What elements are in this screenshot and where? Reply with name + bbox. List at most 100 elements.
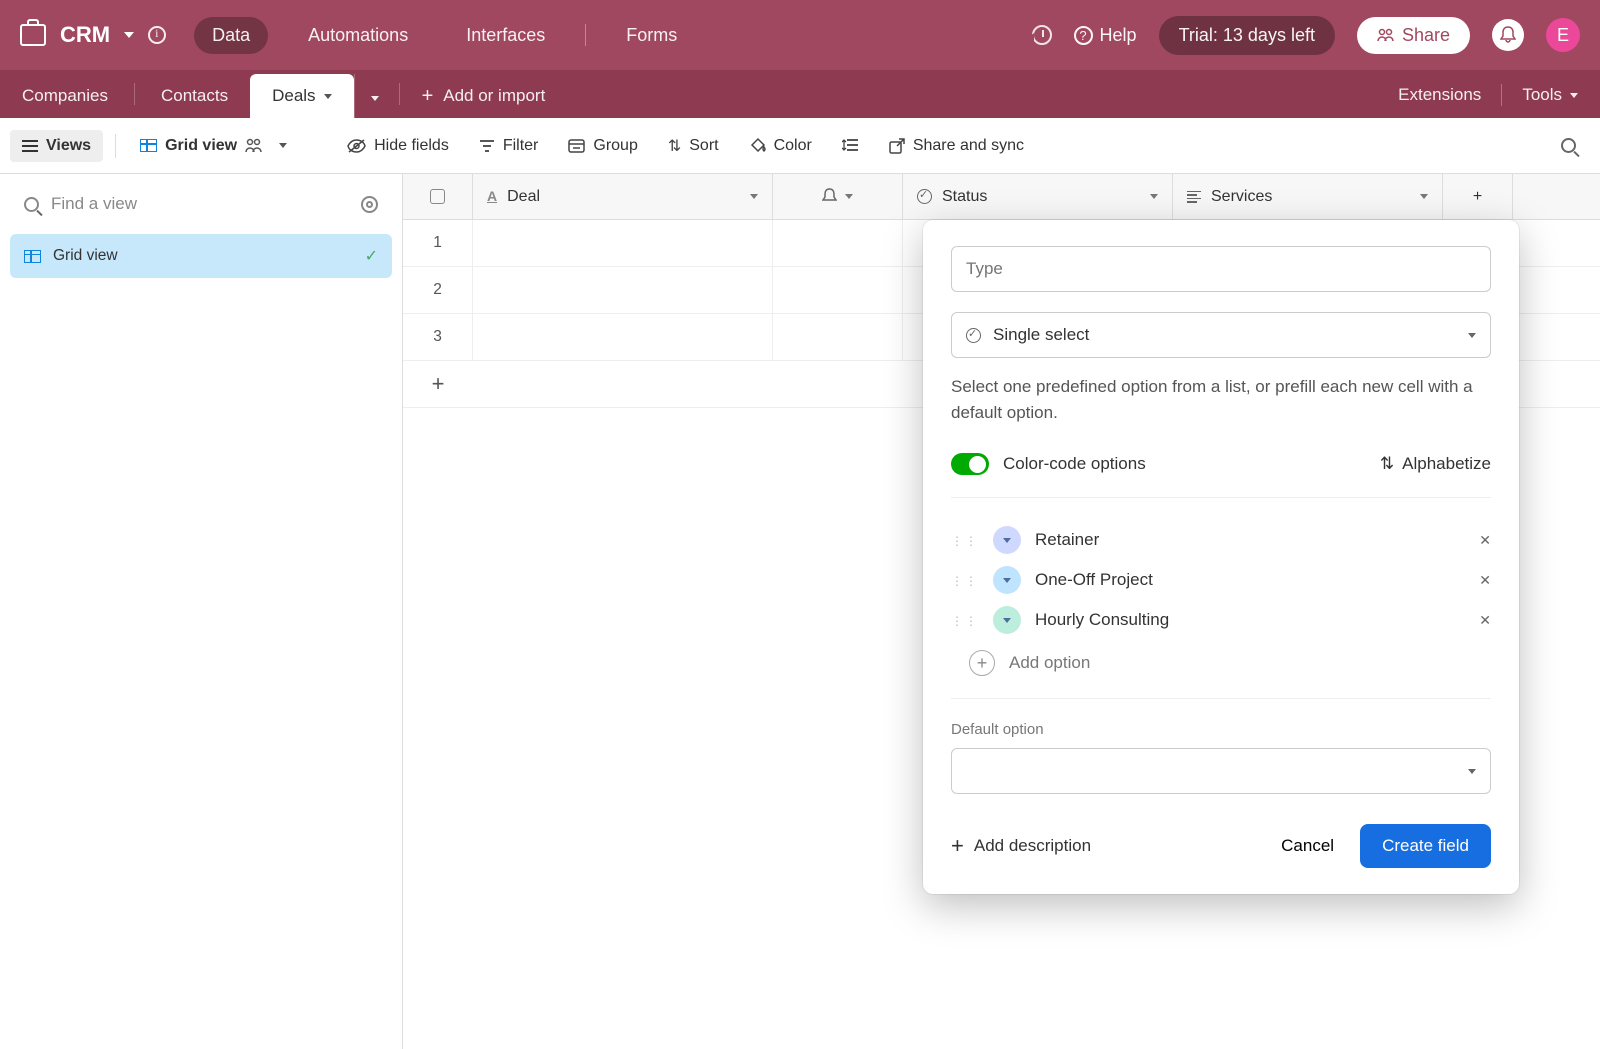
- group-button[interactable]: Group: [556, 130, 649, 162]
- create-field-button[interactable]: Create field: [1360, 824, 1491, 868]
- remove-option-icon[interactable]: [1479, 610, 1491, 630]
- tab-contacts[interactable]: Contacts: [139, 74, 250, 118]
- history-icon[interactable]: [1032, 25, 1052, 45]
- drag-handle-icon[interactable]: [951, 610, 979, 630]
- drag-handle-icon[interactable]: [951, 570, 979, 590]
- row-number: 2: [403, 267, 473, 313]
- add-or-import-button[interactable]: + Add or import: [404, 74, 564, 118]
- select-all-header[interactable]: [403, 174, 473, 219]
- app-title[interactable]: CRM: [60, 22, 110, 48]
- column-header-services[interactable]: Services: [1173, 174, 1443, 219]
- chevron-down-icon: [371, 96, 379, 101]
- chevron-down-icon[interactable]: [1150, 194, 1158, 199]
- filter-button[interactable]: Filter: [467, 130, 551, 162]
- help-button[interactable]: ? Help: [1074, 25, 1137, 46]
- views-toggle[interactable]: Views: [10, 130, 103, 162]
- column-header-status[interactable]: Status: [903, 174, 1173, 219]
- divider: [951, 497, 1491, 498]
- notifications-button[interactable]: [1492, 19, 1524, 51]
- option-color-chip[interactable]: [993, 526, 1021, 554]
- nav-automations[interactable]: Automations: [290, 17, 426, 54]
- color-button[interactable]: Color: [737, 130, 824, 162]
- extensions-button[interactable]: Extensions: [1398, 85, 1481, 105]
- user-avatar[interactable]: E: [1546, 18, 1580, 52]
- chevron-down-icon[interactable]: [1420, 194, 1428, 199]
- people-icon: [1377, 28, 1394, 42]
- nav-data[interactable]: Data: [194, 17, 268, 54]
- row-number: 3: [403, 314, 473, 360]
- tools-button[interactable]: Tools: [1522, 85, 1578, 105]
- column-header-notify[interactable]: [773, 174, 903, 219]
- info-icon[interactable]: [148, 26, 166, 44]
- remove-option-icon[interactable]: [1479, 530, 1491, 550]
- default-option-select[interactable]: [951, 748, 1491, 794]
- option-label[interactable]: Retainer: [1035, 530, 1099, 550]
- sort-label: Sort: [689, 137, 718, 155]
- view-item-label: Grid view: [53, 247, 118, 265]
- filter-label: Filter: [503, 137, 539, 155]
- paint-bucket-icon: [749, 137, 766, 154]
- sort-button[interactable]: Sort: [656, 129, 731, 163]
- add-column-button[interactable]: +: [1443, 174, 1513, 219]
- add-description-button[interactable]: + Add description: [951, 835, 1091, 857]
- help-icon: ?: [1074, 26, 1093, 45]
- alphabetize-label: Alphabetize: [1402, 454, 1491, 474]
- settings-icon[interactable]: [361, 196, 378, 213]
- hide-fields-button[interactable]: Hide fields: [335, 130, 461, 162]
- group-icon: [568, 139, 585, 153]
- option-color-chip[interactable]: [993, 566, 1021, 594]
- col-status-label: Status: [942, 188, 987, 206]
- bell-icon: [1500, 26, 1516, 44]
- search-button[interactable]: [1547, 130, 1590, 161]
- field-type-selector[interactable]: Single select: [951, 312, 1491, 358]
- tabs-right: Extensions Tools: [1376, 72, 1600, 118]
- search-icon: [1561, 138, 1576, 153]
- chevron-down-icon[interactable]: [845, 194, 853, 199]
- eye-off-icon: [347, 139, 366, 153]
- row-height-icon: [842, 138, 859, 153]
- top-header: CRM Data Automations Interfaces Forms ? …: [0, 0, 1600, 70]
- multi-select-icon: [1187, 191, 1201, 203]
- option-label[interactable]: Hourly Consulting: [1035, 610, 1169, 630]
- nav-forms[interactable]: Forms: [608, 17, 695, 54]
- option-label[interactable]: One-Off Project: [1035, 570, 1153, 590]
- trial-pill[interactable]: Trial: 13 days left: [1159, 16, 1335, 55]
- tab-deals-label: Deals: [272, 86, 315, 106]
- cancel-button[interactable]: Cancel: [1281, 836, 1334, 856]
- default-option-label: Default option: [951, 721, 1491, 738]
- share-sync-button[interactable]: Share and sync: [877, 130, 1036, 162]
- option-color-chip[interactable]: [993, 606, 1021, 634]
- option-row: Hourly Consulting: [951, 600, 1491, 640]
- share-sync-icon: [889, 138, 905, 154]
- chevron-down-icon[interactable]: [750, 194, 758, 199]
- grid-view-selector[interactable]: Grid view: [128, 130, 299, 162]
- share-button[interactable]: Share: [1357, 17, 1470, 54]
- color-code-toggle[interactable]: [951, 453, 989, 475]
- find-view-input[interactable]: [51, 194, 349, 214]
- tab-deals[interactable]: Deals: [250, 74, 353, 118]
- option-row: One-Off Project: [951, 560, 1491, 600]
- tab-more[interactable]: [354, 74, 395, 118]
- view-item-grid[interactable]: Grid view: [10, 234, 392, 278]
- remove-option-icon[interactable]: [1479, 570, 1491, 590]
- alphabetize-button[interactable]: Alphabetize: [1380, 454, 1491, 474]
- chevron-down-icon[interactable]: [279, 143, 287, 148]
- app-menu-chevron-icon[interactable]: [124, 32, 134, 38]
- views-label: Views: [46, 137, 91, 155]
- row-height-button[interactable]: [830, 131, 871, 160]
- single-select-icon: [966, 328, 981, 343]
- collaborators-icon: [245, 138, 263, 153]
- option-row: Retainer: [951, 520, 1491, 560]
- header-right: ? Help Trial: 13 days left Share E: [1032, 16, 1580, 55]
- tab-deals-chevron-icon[interactable]: [324, 94, 332, 99]
- field-name-input[interactable]: [951, 246, 1491, 292]
- column-header-deal[interactable]: Deal: [473, 174, 773, 219]
- plus-circle-icon: +: [969, 650, 995, 676]
- menu-icon: [22, 140, 38, 152]
- drag-handle-icon[interactable]: [951, 530, 979, 550]
- nav-interfaces[interactable]: Interfaces: [448, 17, 563, 54]
- add-option-button[interactable]: + Add option: [951, 640, 1491, 676]
- chevron-down-icon: [1003, 578, 1011, 583]
- tab-companies[interactable]: Companies: [0, 74, 130, 118]
- sort-icon: [668, 136, 681, 156]
